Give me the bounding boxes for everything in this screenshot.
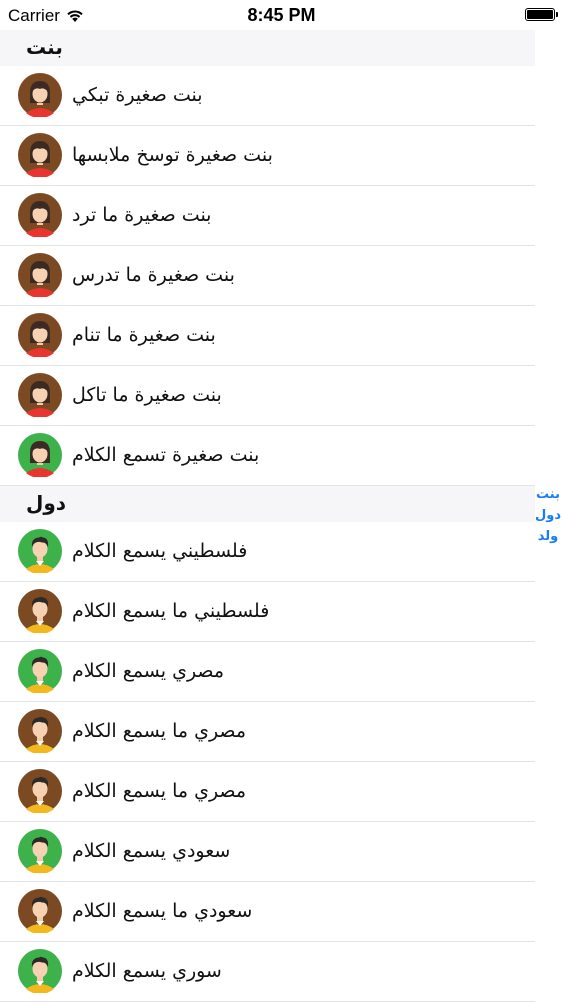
table-row[interactable]: سعودي ما يسمع الكلام	[0, 882, 535, 942]
index-item[interactable]: بنت	[536, 484, 560, 505]
row-label: مصري ما يسمع الكلام	[72, 720, 247, 742]
table-row[interactable]: فلسطيني ما يسمع الكلام	[0, 582, 535, 642]
boy-avatar-icon	[18, 709, 62, 755]
table-row[interactable]: بنت صغيرة ما ترد	[0, 186, 535, 246]
girl-avatar-icon	[18, 73, 62, 119]
row-label: مصري ما يسمع الكلام	[72, 780, 247, 802]
table-row[interactable]: بنت صغيرة ما تدرس	[0, 246, 535, 306]
girl-avatar-icon	[18, 313, 62, 359]
row-label: مصري يسمع الكلام	[72, 660, 225, 682]
boy-avatar-icon	[18, 889, 62, 935]
table-row[interactable]: مصري ما يسمع الكلام	[0, 702, 535, 762]
row-label: بنت صغيرة ما ترد	[72, 204, 212, 226]
row-label: فلسطيني يسمع الكلام	[72, 540, 248, 562]
row-label: سعودي ما يسمع الكلام	[72, 900, 253, 922]
row-label: سوري يسمع الكلام	[72, 960, 222, 982]
table-row[interactable]: بنت صغيرة توسخ ملابسها	[0, 126, 535, 186]
girl-avatar-icon	[18, 133, 62, 179]
boy-avatar-icon	[18, 529, 62, 575]
boy-avatar-icon	[18, 649, 62, 695]
row-label: بنت صغيرة توسخ ملابسها	[72, 144, 273, 166]
boy-avatar-icon	[18, 949, 62, 995]
girl-avatar-icon	[18, 193, 62, 239]
table-row[interactable]: فلسطيني يسمع الكلام	[0, 522, 535, 582]
index-item[interactable]: دول	[535, 505, 561, 526]
table-row[interactable]: بنت صغيرة تبكي	[0, 66, 535, 126]
table-view[interactable]: بنت بنت صغيرة تبكي بنت صغيرة توسخ ملابسها ب…	[0, 30, 535, 1002]
table-row[interactable]: مصري ما يسمع الكلام	[0, 762, 535, 822]
boy-avatar-icon	[18, 829, 62, 875]
table-row[interactable]: سعودي يسمع الكلام	[0, 822, 535, 882]
boy-avatar-icon	[18, 589, 62, 635]
girl-avatar-icon	[18, 433, 62, 479]
girl-avatar-icon	[18, 373, 62, 419]
table-row[interactable]: بنت صغيرة ما تنام	[0, 306, 535, 366]
boy-avatar-icon	[18, 769, 62, 815]
row-label: بنت صغيرة تسمع الكلام	[72, 444, 260, 466]
girl-avatar-icon	[18, 253, 62, 299]
battery-icon	[525, 8, 558, 21]
row-label: بنت صغيرة تبكي	[72, 84, 203, 106]
table-row[interactable]: بنت صغيرة تسمع الكلام	[0, 426, 535, 486]
section-index[interactable]: بنت دول ولد	[533, 484, 563, 547]
row-label: بنت صغيرة ما تنام	[72, 324, 216, 346]
row-label: بنت صغيرة ما تدرس	[72, 264, 235, 286]
section-title: بنت	[26, 35, 63, 59]
section-title: دول	[26, 491, 67, 515]
row-label: سعودي يسمع الكلام	[72, 840, 231, 862]
index-item[interactable]: ولد	[538, 526, 558, 547]
status-bar: Carrier 8:45 PM	[0, 0, 563, 30]
battery-level	[527, 10, 553, 19]
table-row[interactable]: بنت صغيرة ما تاكل	[0, 366, 535, 426]
row-label: بنت صغيرة ما تاكل	[72, 384, 222, 406]
status-time: 8:45 PM	[247, 5, 316, 25]
table-row[interactable]: مصري يسمع الكلام	[0, 642, 535, 702]
section-header: دول	[0, 486, 535, 522]
section-header: بنت	[0, 30, 535, 66]
table-row[interactable]: سوري يسمع الكلام	[0, 942, 535, 1002]
row-label: فلسطيني ما يسمع الكلام	[72, 600, 270, 622]
